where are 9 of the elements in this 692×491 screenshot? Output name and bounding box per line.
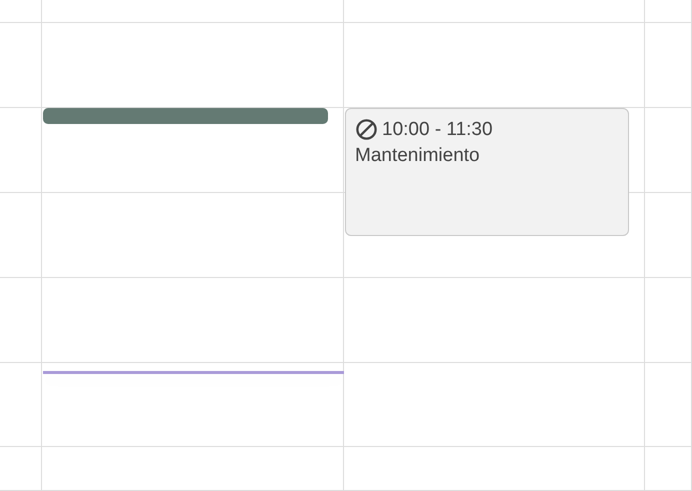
- time-slot: [0, 447, 42, 491]
- event-title: Mantenimiento: [355, 145, 481, 167]
- event-card[interactable]: 10:00 - 11:30 Mantenimiento: [345, 108, 629, 236]
- blocked-icon: [355, 118, 378, 141]
- event-time: 10:00 - 11:30: [382, 118, 493, 140]
- time-slot: [645, 447, 692, 491]
- event-bar[interactable]: [43, 108, 328, 124]
- time-slot: [645, 0, 692, 23]
- time-slot: [0, 0, 42, 23]
